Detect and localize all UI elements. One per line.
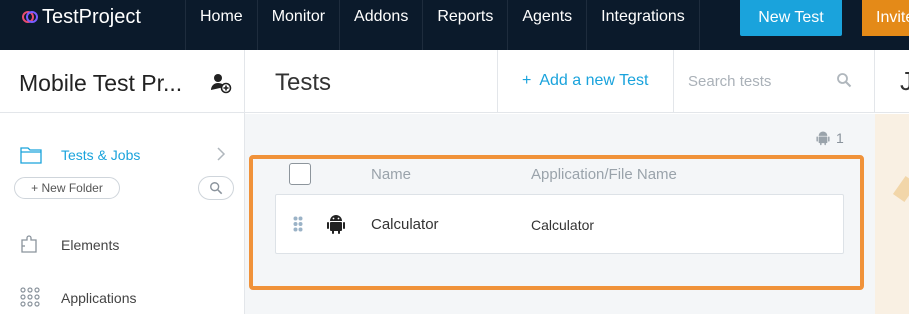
header-divider <box>673 50 674 113</box>
jobs-panel <box>875 114 909 314</box>
testproject-logo[interactable]: TestProject <box>22 4 141 30</box>
add-new-test-link[interactable]: + Add a new Test <box>522 72 648 90</box>
nav-addons[interactable]: Addons <box>339 0 422 50</box>
search-icon[interactable] <box>836 72 852 88</box>
nav-reports[interactable]: Reports <box>422 0 507 50</box>
logo-text: TestProject <box>42 5 141 28</box>
search-icon <box>210 182 223 195</box>
nav-agents[interactable]: Agents <box>507 0 586 50</box>
sidebar-item-applications[interactable]: Applications <box>61 290 137 306</box>
nav-integrations[interactable]: Integrations <box>586 0 700 50</box>
top-navigation-bar: TestProject Home Monitor Addons Reports … <box>0 0 909 50</box>
android-icon <box>816 131 830 146</box>
invite-button[interactable]: Invite <box>862 0 909 36</box>
plus-icon: + <box>522 72 532 89</box>
highlight-box <box>249 155 864 290</box>
grid-icon <box>20 287 40 307</box>
page-title: Tests <box>275 69 332 96</box>
sidebar-item-tests-jobs[interactable]: Tests & Jobs <box>61 147 140 163</box>
project-title[interactable]: Mobile Test Pr... <box>19 70 182 97</box>
header-divider <box>874 50 875 113</box>
platform-count: 1 <box>816 130 844 146</box>
nav-monitor[interactable]: Monitor <box>256 0 339 50</box>
search-tests-input[interactable] <box>688 68 828 94</box>
main-nav: Home Monitor Addons Reports Agents Integ… <box>185 0 700 50</box>
new-test-button[interactable]: New Test <box>740 0 842 36</box>
folder-icon <box>20 147 42 164</box>
new-folder-button[interactable]: + New Folder <box>14 177 120 199</box>
add-new-test-label: Add a new Test <box>539 72 649 89</box>
logo-icon <box>22 11 38 23</box>
sidebar-search-button[interactable] <box>198 176 234 200</box>
puzzle-icon <box>21 235 37 253</box>
nav-home[interactable]: Home <box>185 0 257 50</box>
add-user-icon[interactable] <box>210 72 232 94</box>
platform-count-value: 1 <box>836 130 844 146</box>
header-divider <box>497 50 498 113</box>
sidebar-item-elements[interactable]: Elements <box>61 237 119 253</box>
next-panel-title: J <box>900 66 909 96</box>
chevron-right-icon[interactable] <box>216 147 226 161</box>
sidebar <box>0 114 244 314</box>
